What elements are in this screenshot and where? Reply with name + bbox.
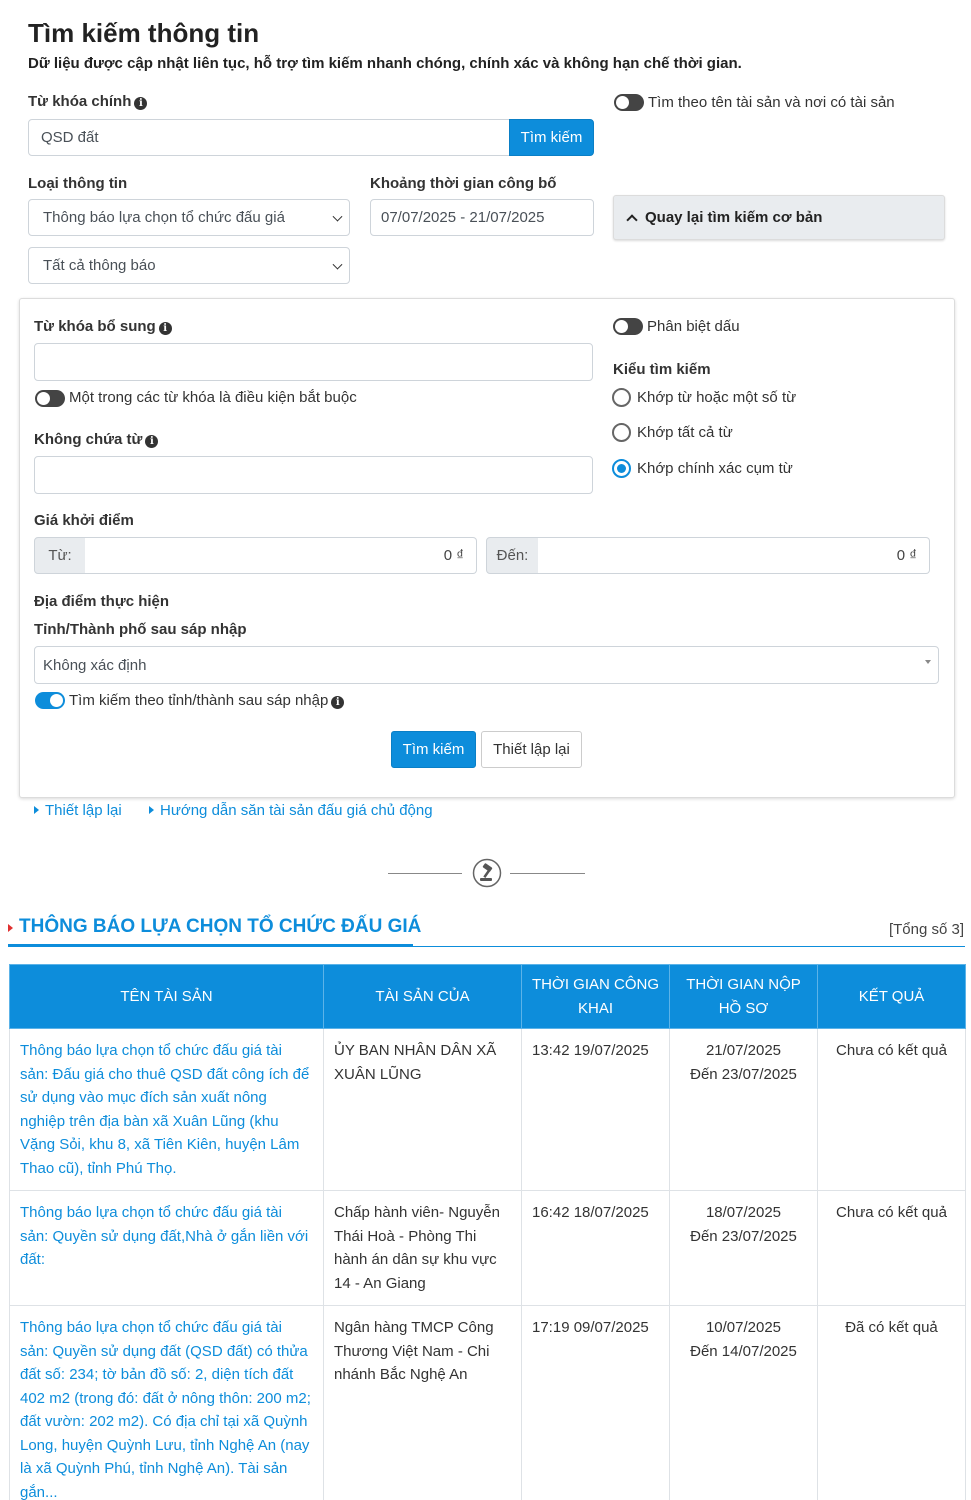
reset-button[interactable]: Thiết lập lại	[481, 731, 582, 768]
page-subtitle: Dữ liệu được cập nhật liên tục, hỗ trợ t…	[28, 55, 742, 72]
divider-left	[388, 873, 462, 874]
province-merge-toggle[interactable]	[35, 692, 65, 709]
public-time: 17:19 09/07/2025	[521, 1305, 670, 1500]
radio-all-words[interactable]	[612, 423, 631, 442]
asset-name-link[interactable]: Thông báo lựa chọn tổ chức đấu giá tài s…	[9, 1305, 324, 1500]
info-icon: i	[134, 97, 148, 110]
info-icon: i	[145, 435, 159, 448]
province-select[interactable]: Không xác định	[34, 646, 939, 684]
gavel-icon	[472, 858, 502, 888]
public-time: 13:42 19/07/2025	[521, 1028, 670, 1191]
column-header-submit-time[interactable]: THỜI GIAN NỘP HỒ SƠ	[669, 964, 818, 1029]
accent-toggle-label: Phân biệt dấu	[647, 318, 740, 335]
section-marker-icon	[8, 924, 13, 932]
results-title-underline	[8, 944, 413, 947]
chevron-down-icon	[332, 211, 343, 222]
result-status: Chưa có kết quả	[817, 1028, 966, 1191]
column-header-public-time[interactable]: THỜI GIAN CÔNG KHAI	[521, 964, 670, 1029]
guide-link[interactable]: Hướng dẫn săn tài sản đấu giá chủ động	[149, 802, 433, 819]
table-row: Thông báo lựa chọn tổ chức đấu giá tài s…	[9, 1190, 966, 1306]
price-from-input[interactable]: 0 ₫	[85, 537, 477, 574]
one-required-label: Một trong các từ khóa là điều kiện bắt b…	[69, 389, 357, 406]
period-label: Khoảng thời gian công bố	[370, 175, 557, 192]
asset-name-link[interactable]: Thông báo lựa chọn tổ chức đấu giá tài s…	[9, 1028, 324, 1191]
info-icon: i	[158, 322, 172, 335]
asset-name-link[interactable]: Thông báo lựa chọn tổ chức đấu giá tài s…	[9, 1190, 324, 1306]
chevron-up-icon	[626, 214, 638, 226]
results-title: THÔNG BÁO LỰA CHỌN TỔ CHỨC ĐẤU GIÁ	[19, 916, 422, 937]
caret-right-icon	[149, 806, 154, 814]
radio-exact-phrase[interactable]	[612, 459, 631, 478]
results-total: [Tổng số 3]	[888, 921, 964, 938]
price-from-value: 0 ₫	[443, 547, 464, 564]
asset-owner: Chấp hành viên- Nguyễn Thái Hoà - Phòng …	[323, 1190, 522, 1306]
submit-time: 21/07/2025 Đến 23/07/2025	[669, 1028, 818, 1191]
type-select-value: Thông báo lựa chọn tổ chức đấu giá	[43, 209, 285, 226]
column-header-result[interactable]: KẾT QUẢ	[817, 964, 966, 1029]
province-merge-toggle-label: Tìm kiếm theo tỉnh/thành sau sáp nhập i	[69, 692, 345, 709]
column-header-owner[interactable]: TÀI SẢN CỦA	[323, 964, 522, 1029]
extra-keyword-input[interactable]	[34, 343, 593, 381]
search-type-label: Kiểu tìm kiếm	[613, 361, 711, 378]
result-status: Chưa có kết quả	[817, 1190, 966, 1306]
radio-exact-phrase-label: Khớp chính xác cụm từ	[637, 460, 793, 477]
result-status: Đã có kết quả	[817, 1305, 966, 1500]
asset-owner: ỦY BAN NHÂN DÂN XÃ XUÂN LŨNG	[323, 1028, 522, 1191]
accent-toggle[interactable]	[613, 318, 643, 335]
asset-search-toggle-label: Tìm theo tên tài sản và nơi có tài sản	[648, 94, 895, 111]
column-header-asset-name[interactable]: TÊN TÀI SẢN	[9, 964, 324, 1029]
period-value: 07/07/2025 - 21/07/2025	[381, 209, 545, 226]
radio-any-words-label: Khớp từ hoặc một số từ	[637, 389, 797, 406]
page-title: Tìm kiếm thông tin	[28, 18, 260, 48]
notice-select[interactable]: Tất cả thông báo	[28, 247, 350, 284]
province-label: Tỉnh/Thành phố sau sáp nhập	[34, 621, 247, 638]
price-to-addon: Đến:	[486, 537, 539, 574]
price-from-addon: Từ:	[34, 537, 86, 574]
location-label: Địa điểm thực hiện	[34, 593, 170, 610]
type-label: Loại thông tin	[28, 175, 128, 192]
back-basic-search-button[interactable]: Quay lại tìm kiếm cơ bản	[613, 195, 945, 240]
asset-owner: Ngân hàng TMCP Công Thương Việt Nam - Ch…	[323, 1305, 522, 1500]
price-label: Giá khởi điểm	[34, 512, 134, 529]
radio-all-words-label: Khớp tất cả từ	[637, 424, 733, 441]
info-icon: i	[331, 696, 345, 709]
price-to-value: 0 ₫	[896, 547, 917, 564]
public-time: 16:42 18/07/2025	[521, 1190, 670, 1306]
keyword-label: Từ khóa chính i	[28, 93, 148, 110]
caret-down-icon	[925, 660, 931, 664]
province-select-value: Không xác định	[43, 656, 147, 674]
submit-time: 18/07/2025 Đến 23/07/2025	[669, 1190, 818, 1306]
keyword-input[interactable]: QSD đất	[28, 119, 510, 156]
chevron-down-icon	[332, 259, 343, 270]
back-basic-search-label: Quay lại tìm kiếm cơ bản	[645, 209, 823, 226]
table-header-row: TÊN TÀI SẢN TÀI SẢN CỦA THỜI GIAN CÔNG K…	[9, 964, 966, 1029]
divider-right	[510, 873, 585, 874]
radio-any-words[interactable]	[612, 388, 631, 407]
one-required-toggle[interactable]	[35, 390, 65, 407]
advanced-search-panel: Từ khóa bổ sung i Một trong các từ khóa l…	[19, 298, 955, 798]
extra-keyword-label: Từ khóa bổ sung i	[34, 318, 172, 335]
results-table: TÊN TÀI SẢN TÀI SẢN CỦA THỜI GIAN CÔNG K…	[9, 964, 966, 1500]
exclude-label: Không chứa từ i	[34, 431, 159, 448]
table-row: Thông báo lựa chọn tổ chức đấu giá tài s…	[9, 1028, 966, 1191]
submit-time: 10/07/2025 Đến 14/07/2025	[669, 1305, 818, 1500]
exclude-input[interactable]	[34, 456, 593, 494]
asset-search-toggle[interactable]	[614, 94, 644, 111]
search-button[interactable]: Tìm kiếm	[509, 119, 594, 156]
price-to-input[interactable]: 0 ₫	[538, 537, 930, 574]
caret-right-icon	[34, 806, 39, 814]
advanced-search-button[interactable]: Tìm kiếm	[391, 731, 476, 768]
type-select[interactable]: Thông báo lựa chọn tổ chức đấu giá	[28, 199, 350, 236]
keyword-value: QSD đất	[41, 129, 99, 146]
period-input[interactable]: 07/07/2025 - 21/07/2025	[370, 199, 594, 236]
table-row: Thông báo lựa chọn tổ chức đấu giá tài s…	[9, 1305, 966, 1500]
notice-select-value: Tất cả thông báo	[43, 257, 156, 274]
reset-link[interactable]: Thiết lập lại	[34, 802, 122, 819]
